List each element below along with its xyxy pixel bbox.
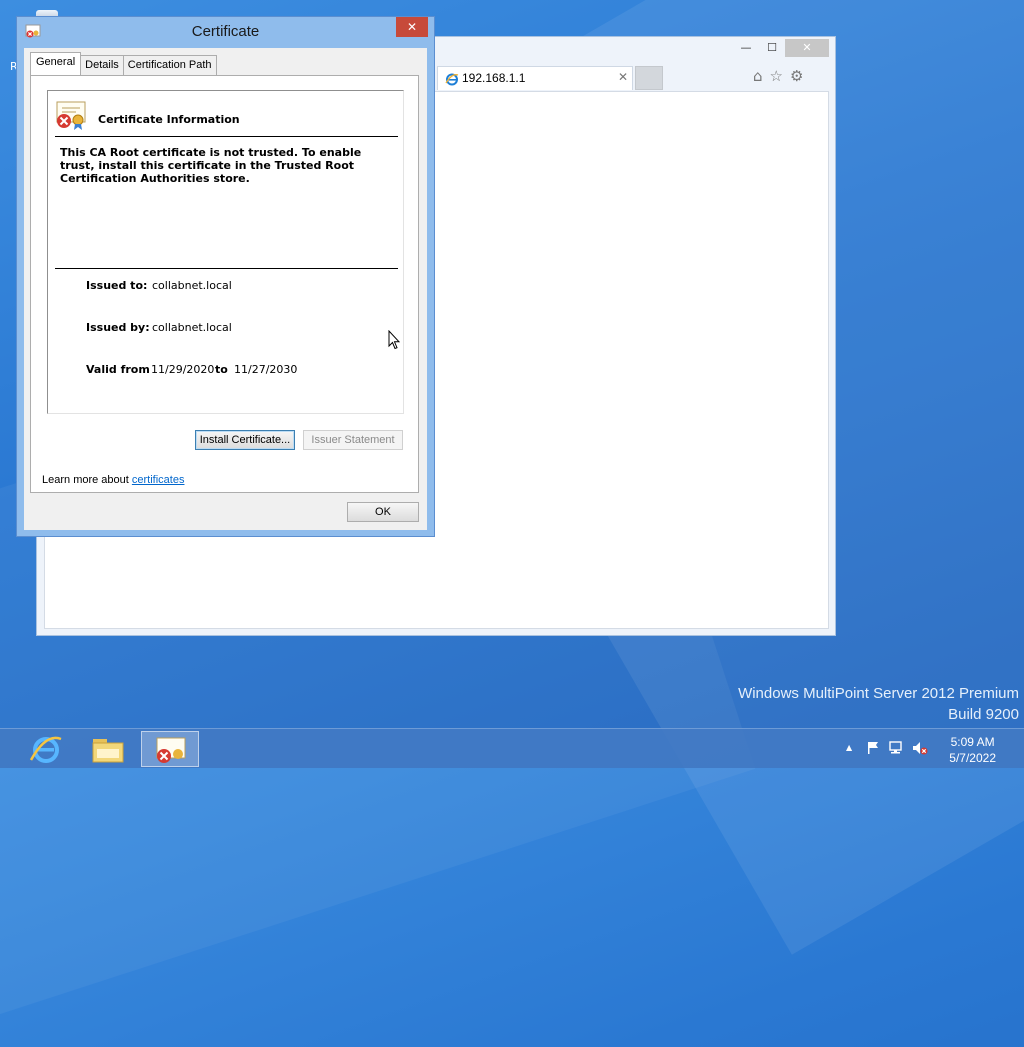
taskbar-file-explorer[interactable] xyxy=(79,731,137,767)
certificate-error-icon xyxy=(56,101,86,130)
taskbar: ▲ 5:09 AM 5/7/2022 xyxy=(0,728,1024,768)
taskbar-certificate[interactable] xyxy=(141,731,199,767)
certificate-info-box: Certificate Information This CA Root cer… xyxy=(47,90,404,414)
issued-by-label: Issued by: xyxy=(86,321,150,334)
certificate-dialog: Certificate ✕ General Details Certificat… xyxy=(16,16,435,537)
issuer-statement-button[interactable]: Issuer Statement xyxy=(303,430,403,450)
general-tab-panel: Certificate Information This CA Root cer… xyxy=(30,75,419,493)
issued-to-label: Issued to: xyxy=(86,279,148,292)
ie-icon xyxy=(445,73,459,86)
mouse-cursor-icon xyxy=(388,330,400,350)
os-edition-text: Windows MultiPoint Server 2012 Premium xyxy=(738,685,1019,702)
issued-by-value: collabnet.local xyxy=(152,321,232,334)
learn-more-text: Learn more about certificates xyxy=(42,474,184,486)
valid-from-label: Valid from xyxy=(86,363,150,376)
dialog-close-button[interactable]: ✕ xyxy=(396,17,428,37)
maximize-button[interactable]: ☐ xyxy=(759,39,785,57)
new-tab-button[interactable] xyxy=(635,66,663,90)
tab-details[interactable]: Details xyxy=(80,55,124,75)
clock-time: 5:09 AM xyxy=(950,735,995,749)
tab-close-icon[interactable]: ✕ xyxy=(618,70,628,84)
show-hidden-icons-button[interactable]: ▲ xyxy=(846,743,852,752)
os-build-text: Build 9200 xyxy=(948,706,1019,723)
clock[interactable]: 5:09 AM 5/7/2022 xyxy=(949,734,996,766)
folder-icon xyxy=(92,739,124,763)
valid-from-value: 11/29/2020 xyxy=(151,363,215,376)
divider xyxy=(55,136,398,137)
home-icon[interactable]: ⌂ xyxy=(753,67,763,85)
close-button[interactable]: ✕ xyxy=(785,39,829,57)
settings-gear-icon[interactable]: ⚙ xyxy=(790,67,803,85)
valid-to-label: to xyxy=(215,363,228,376)
trust-warning-message: This CA Root certificate is not trusted.… xyxy=(60,146,362,185)
browser-tab[interactable]: 192.168.1.1 ✕ xyxy=(437,66,633,90)
system-tray: ▲ 5:09 AM 5/7/2022 xyxy=(824,729,1024,769)
install-certificate-button[interactable]: Install Certificate... xyxy=(195,430,295,450)
minimize-button[interactable]: — xyxy=(733,39,759,57)
network-icon[interactable] xyxy=(888,741,904,755)
clock-date: 5/7/2022 xyxy=(949,751,996,765)
tab-certification-path[interactable]: Certification Path xyxy=(122,55,217,75)
certificate-icon xyxy=(156,737,186,763)
tab-general[interactable]: General xyxy=(30,52,82,75)
os-watermark: Windows MultiPoint Server 2012 Premium B… xyxy=(738,683,1019,725)
favorites-icon[interactable]: ☆ xyxy=(770,67,783,85)
window-controls: — ☐ ✕ xyxy=(733,39,829,57)
valid-to-value: 11/27/2030 xyxy=(234,363,298,376)
ok-button[interactable]: OK xyxy=(347,502,419,522)
taskbar-internet-explorer[interactable] xyxy=(17,731,75,767)
learn-more-prefix: Learn more about xyxy=(42,474,132,486)
dialog-body: General Details Certification Path Certi… xyxy=(24,48,427,530)
divider xyxy=(55,268,398,269)
action-center-flag-icon[interactable] xyxy=(866,741,880,755)
tab-strip: General Details Certification Path xyxy=(30,52,217,75)
volume-muted-icon[interactable] xyxy=(912,741,928,755)
certificate-info-heading: Certificate Information xyxy=(98,113,240,126)
browser-toolbar: ⌂ ☆ ⚙ xyxy=(753,67,803,85)
ie-icon xyxy=(29,736,62,763)
certificates-link[interactable]: certificates xyxy=(132,474,185,486)
tab-title: 192.168.1.1 xyxy=(462,71,526,85)
dialog-title: Certificate xyxy=(191,23,260,40)
issued-to-value: collabnet.local xyxy=(152,279,232,292)
